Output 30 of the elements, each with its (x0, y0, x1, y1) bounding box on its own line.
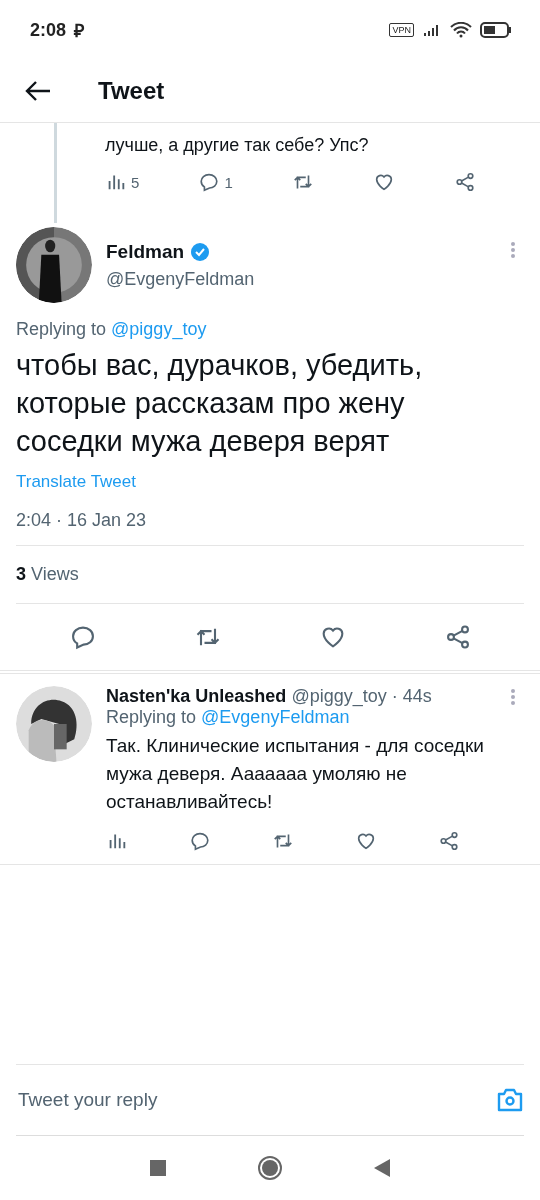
reply-input-field[interactable]: Tweet your reply (16, 1088, 496, 1112)
back-nav-icon[interactable] (374, 1159, 390, 1177)
views-count: 3 Views (16, 546, 524, 604)
replying-to-text: Replying to @piggy_toy (16, 319, 208, 340)
reply-header: Nasten'ka Unleashed @piggy_toy · 44s (106, 686, 432, 707)
share-icon[interactable] (454, 171, 476, 193)
mention-link[interactable]: @EvgenyFeldman (201, 707, 350, 727)
share-icon[interactable] (438, 830, 460, 852)
speech-bubble-icon[interactable] (198, 171, 221, 193)
action-count: 1 (224, 173, 233, 191)
tweet-text: лучше, а другие так себе? Упс? (105, 134, 370, 157)
replying-to-text: Replying to @EvgenyFeldman (106, 707, 351, 728)
mention-link[interactable]: @piggy_toy (111, 319, 207, 339)
tweet-text: чтобы вас, дурачков, убедить, которые рассказам про жену соседки мужа деверя верят (16, 348, 424, 459)
tweet-timestamp: 2:04 · 16 Jan 23 (16, 510, 524, 546)
app-notification-glyph: ₽ (74, 20, 85, 42)
author-handle[interactable]: @EvgenyFeldman (106, 268, 255, 290)
translate-link[interactable]: Translate Tweet (16, 472, 136, 492)
wifi-icon (450, 22, 472, 38)
action-count: 5 (131, 173, 140, 191)
battery-icon (480, 22, 512, 38)
author-name[interactable]: Feldman (106, 240, 185, 263)
home-button-icon[interactable] (258, 1156, 282, 1180)
camera-icon[interactable] (496, 1087, 524, 1113)
clock: 2:08 (30, 19, 67, 41)
back-button[interactable] (24, 79, 52, 103)
tweet-text: Так. Клинические испытания - для соседки мужа деверя. Ааааааа умоляю не останавливайтесь! (106, 734, 485, 814)
vpn-indicator: VPN (389, 23, 414, 37)
page-title: Tweet (98, 77, 165, 105)
speech-bubble-icon[interactable] (189, 830, 211, 852)
